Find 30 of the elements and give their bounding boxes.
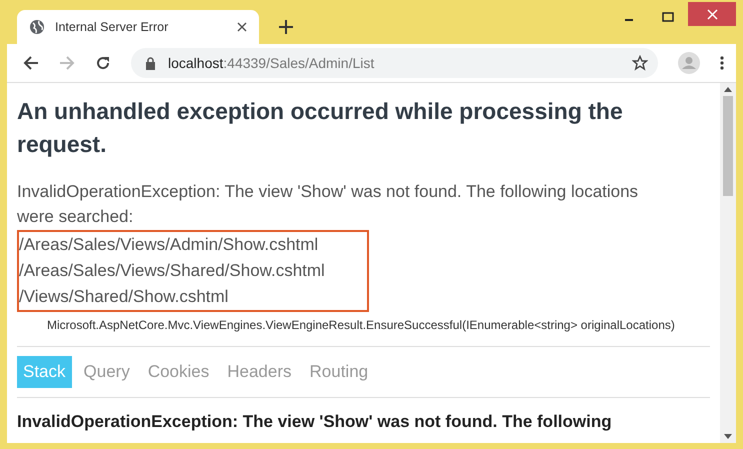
star-icon[interactable] bbox=[632, 55, 648, 71]
stack-heading: InvalidOperationException: The view 'Show' was not found. The following bbox=[17, 412, 613, 432]
maximize-icon[interactable] bbox=[662, 12, 674, 22]
menu-icon[interactable] bbox=[720, 56, 724, 70]
view-path: /Views/Shared/Show.cshtml bbox=[19, 286, 230, 308]
tab-title: Internal Server Error bbox=[55, 20, 170, 34]
address-field[interactable]: localhost:44339/Sales/Admin/List bbox=[131, 48, 658, 78]
source-method: Microsoft.AspNetCore.Mvc.ViewEngines.ViewEngineResult.EnsureSuccessful(IEnumerable<string> originalLocations) bbox=[47, 318, 676, 332]
scroll-thumb[interactable] bbox=[723, 96, 733, 196]
page-tab[interactable]: Headers bbox=[221, 356, 298, 388]
scrollbar[interactable] bbox=[720, 83, 736, 443]
lock-icon bbox=[145, 56, 156, 70]
scroll-up-icon[interactable] bbox=[724, 87, 732, 92]
error-heading: An unhandled exception occurred while processing the request. bbox=[17, 97, 624, 159]
close-button[interactable] bbox=[688, 2, 736, 26]
page-tab[interactable]: Stack bbox=[17, 356, 72, 388]
browser-tab[interactable]: Internal Server Error bbox=[17, 10, 259, 44]
scroll-down-icon[interactable] bbox=[724, 434, 732, 439]
page-tab[interactable]: Query bbox=[78, 356, 136, 388]
view-path: /Areas/Sales/Views/Admin/Show.cshtml bbox=[19, 234, 320, 256]
close-icon bbox=[706, 8, 718, 20]
reload-icon[interactable] bbox=[95, 55, 111, 71]
error-message: InvalidOperationException: The view 'Show' was not found. The following locations were searched: bbox=[17, 181, 640, 228]
view-path: /Areas/Sales/Views/Shared/Show.cshtml bbox=[19, 260, 326, 282]
page-tab[interactable]: Routing bbox=[304, 356, 374, 388]
globe-icon bbox=[29, 19, 45, 35]
page-tab[interactable]: Cookies bbox=[142, 356, 216, 388]
close-icon[interactable] bbox=[237, 22, 247, 32]
new-tab-icon[interactable] bbox=[279, 20, 293, 34]
back-icon[interactable] bbox=[23, 55, 39, 71]
